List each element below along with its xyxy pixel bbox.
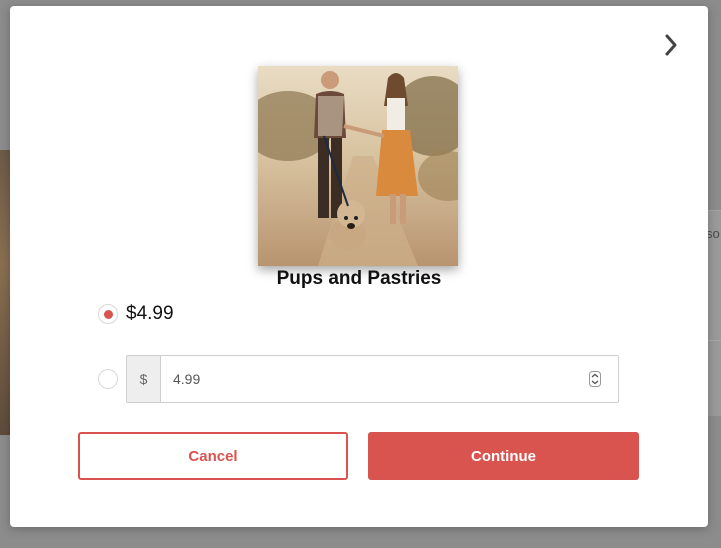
radio-selected-dot [104,310,113,319]
purchase-modal: Pups and Pastries $4.99 $ Cancel Continu… [10,6,708,527]
amount-stepper[interactable] [584,356,606,402]
photo-illustration [258,66,458,266]
custom-amount-radio[interactable] [98,369,118,389]
chevron-right-icon [665,34,677,56]
cancel-button[interactable]: Cancel [78,432,348,480]
fixed-price-radio[interactable] [98,304,118,324]
continue-button[interactable]: Continue [368,432,639,480]
custom-amount-group: $ [126,355,619,403]
stepper-arrows-icon [589,371,601,387]
product-title: Pups and Pastries [276,268,442,289]
background-text: so [706,226,720,241]
currency-addon: $ [127,356,161,402]
product-photo [258,66,458,266]
fixed-price-label: $4.99 [126,303,174,324]
next-button[interactable] [658,30,684,60]
custom-amount-input[interactable] [161,356,584,402]
background-divider [708,340,721,341]
